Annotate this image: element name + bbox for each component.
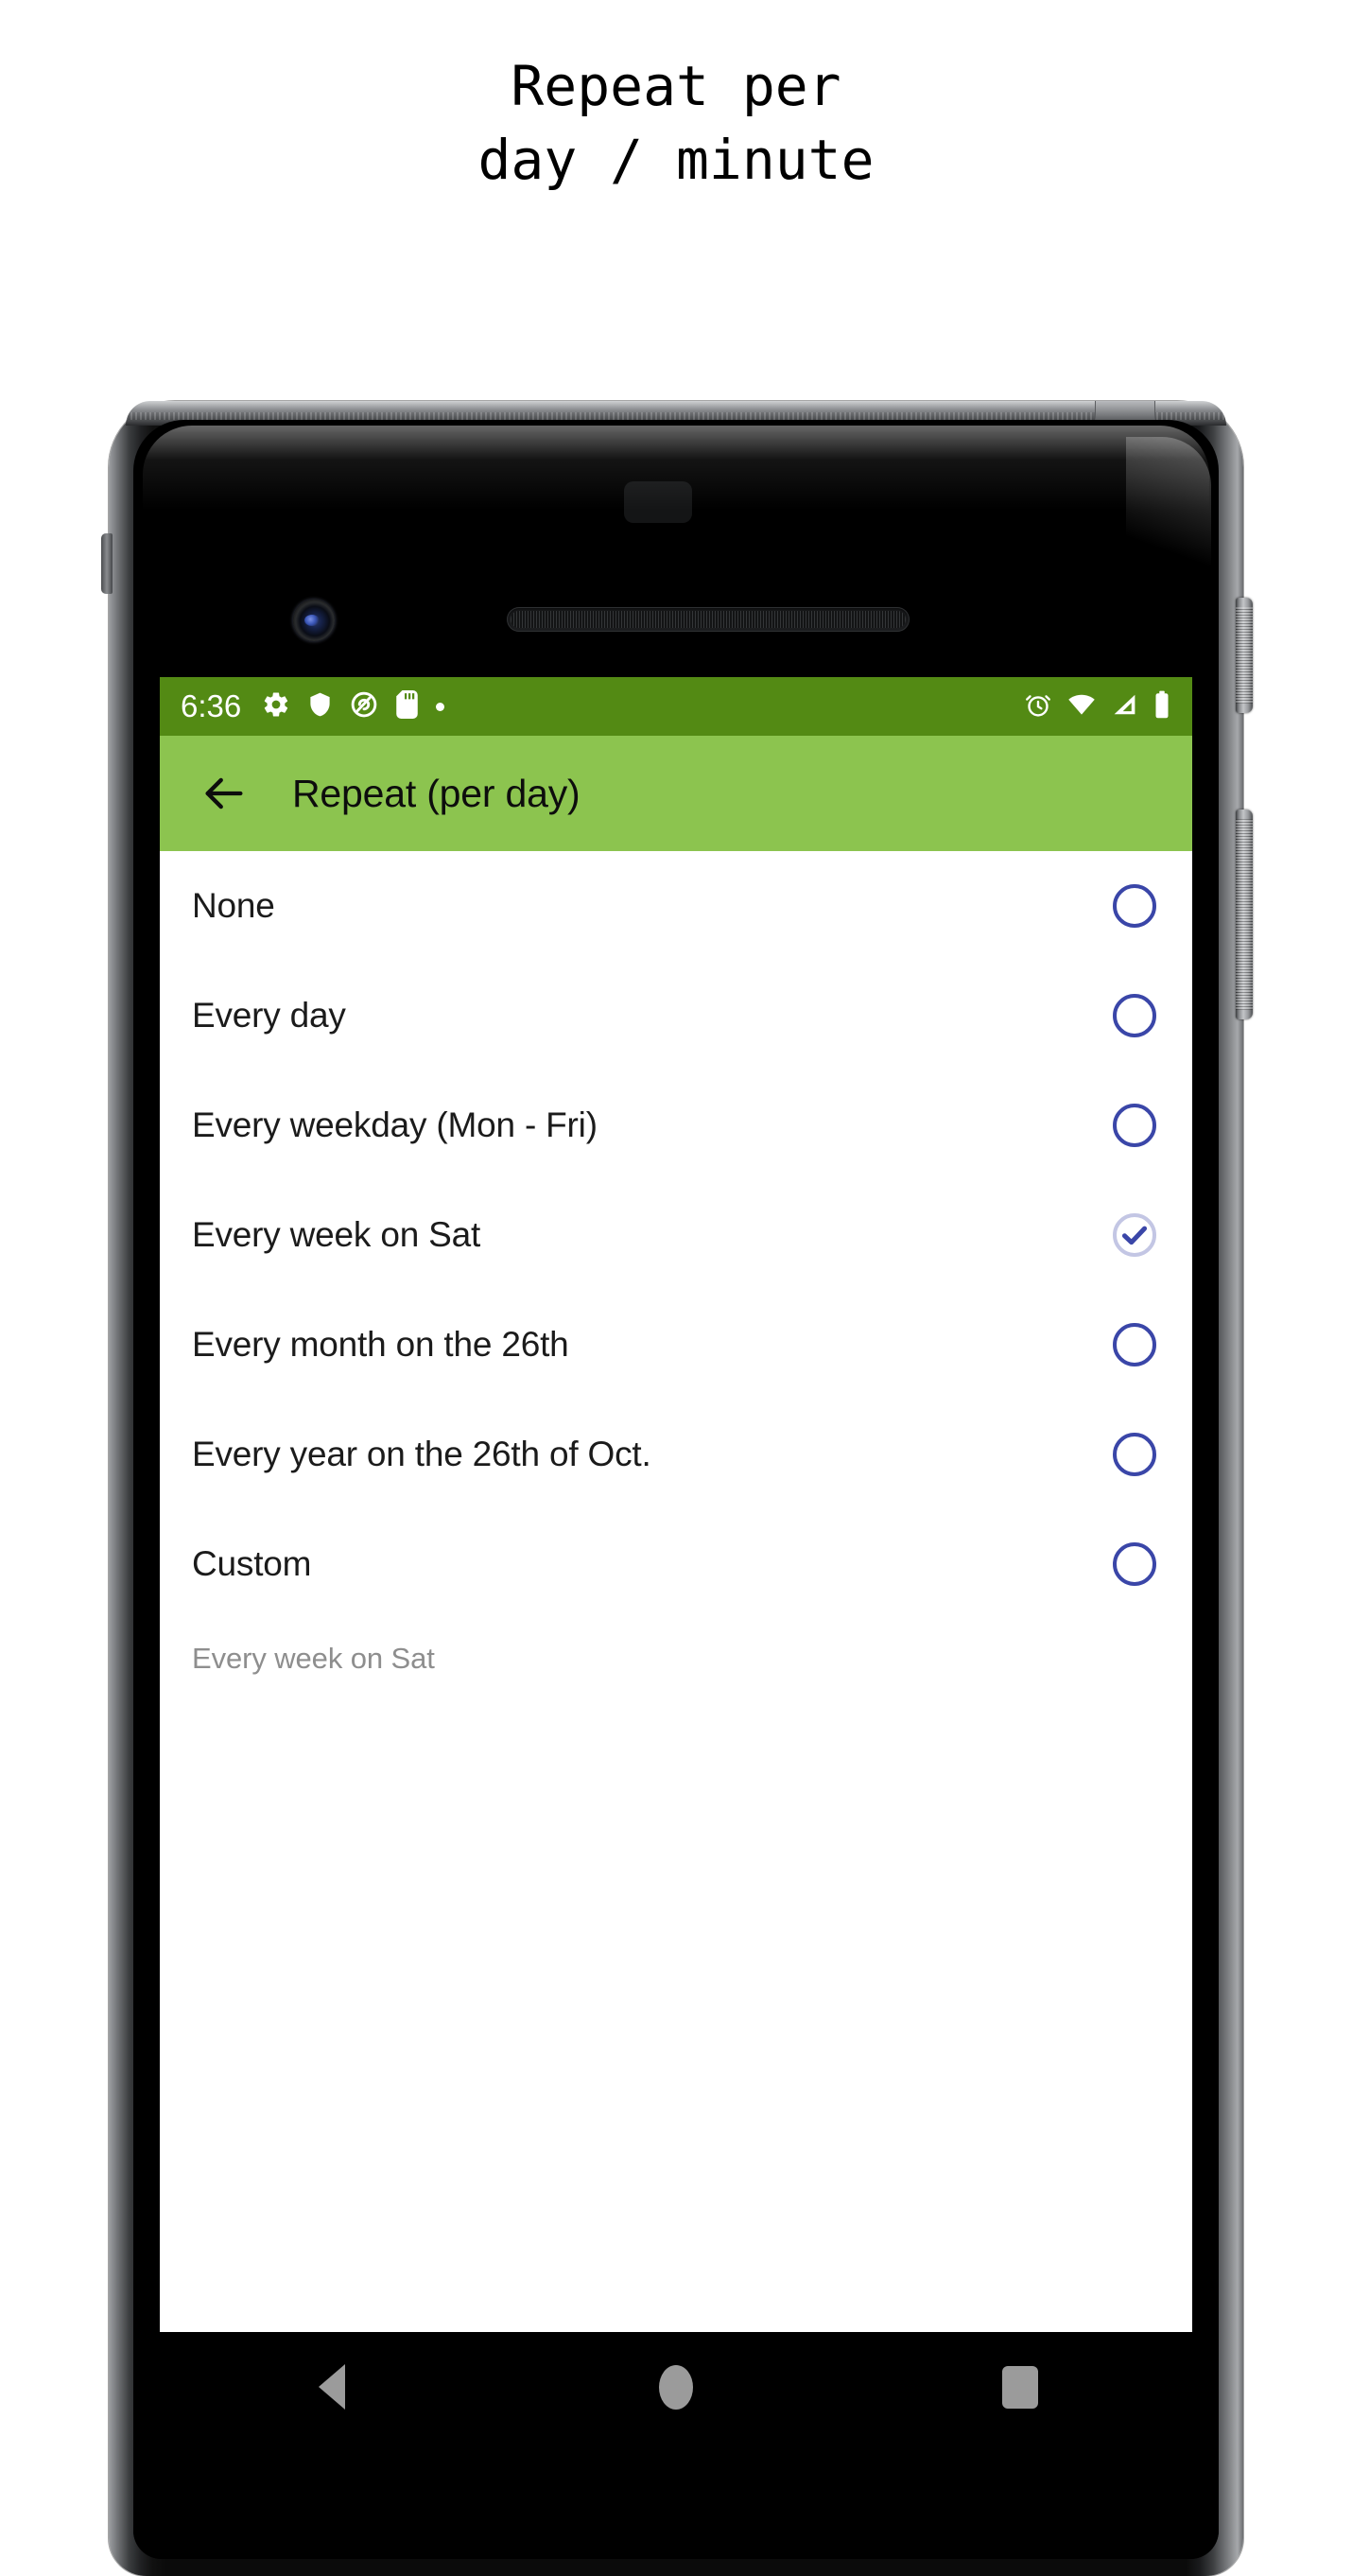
phone-antenna-seam xyxy=(1095,401,1155,422)
status-bar-clock: 6:36 xyxy=(181,688,242,723)
radio-unselected[interactable] xyxy=(1107,1098,1162,1153)
radio-circle-icon xyxy=(1113,1433,1156,1476)
option-row[interactable]: Every week on Sat xyxy=(160,1180,1192,1290)
front-camera-icon xyxy=(293,600,335,641)
nav-back-icon xyxy=(319,2364,345,2410)
signal-icon xyxy=(1111,690,1138,723)
battery-icon xyxy=(1153,690,1171,723)
radio-unselected[interactable] xyxy=(1107,1427,1162,1482)
nav-recents-icon xyxy=(1002,2365,1038,2409)
radio-circle-icon xyxy=(1113,1542,1156,1586)
alarm-icon xyxy=(1024,690,1052,723)
status-bar-left-icons xyxy=(262,689,445,723)
back-arrow-icon xyxy=(205,777,243,809)
earpiece-speaker-icon xyxy=(507,607,910,632)
sd-card-icon xyxy=(395,689,419,723)
radio-unselected[interactable] xyxy=(1107,879,1162,933)
radio-circle-icon xyxy=(1113,994,1156,1037)
app-bar: Repeat (per day) xyxy=(160,736,1192,851)
option-row[interactable]: Every year on the 26th of Oct. xyxy=(160,1400,1192,1509)
android-nav-bar xyxy=(160,2332,1192,2442)
nav-back-button[interactable] xyxy=(266,2340,398,2434)
repeat-option-list: None Every day Every weekday (Mon - Fri) Ev… xyxy=(160,851,1192,1619)
phone-left-tray xyxy=(101,533,113,594)
status-bar: 6:36 xyxy=(160,677,1192,736)
option-label: Every week on Sat xyxy=(192,1215,481,1254)
repeat-summary-text: Every week on Sat xyxy=(192,1642,435,1675)
phone-mockup: 6:36 Repeat (per day) None Every day Eve… xyxy=(101,401,1253,2576)
power-button[interactable] xyxy=(1236,598,1253,713)
option-label: Custom xyxy=(192,1544,312,1583)
android-screen: 6:36 Repeat (per day) None Every day Eve… xyxy=(160,677,1192,2442)
radio-unselected[interactable] xyxy=(1107,1537,1162,1592)
option-row[interactable]: Custom xyxy=(160,1509,1192,1619)
dot-icon xyxy=(436,702,445,711)
status-bar-right-icons xyxy=(1024,690,1171,723)
app-bar-title: Repeat (per day) xyxy=(292,771,581,815)
option-label: Every weekday (Mon - Fri) xyxy=(192,1105,598,1144)
radio-circle-icon xyxy=(1113,1104,1156,1147)
checkmark-icon xyxy=(1121,1226,1148,1245)
page-title: Repeat per day / minute xyxy=(0,49,1352,197)
nav-home-icon xyxy=(659,2364,693,2410)
back-button[interactable] xyxy=(188,757,260,829)
volume-button[interactable] xyxy=(1236,809,1253,1019)
option-row[interactable]: Every day xyxy=(160,961,1192,1070)
radio-circle-icon xyxy=(1113,1323,1156,1366)
radio-circle-icon xyxy=(1113,884,1156,928)
nav-home-button[interactable] xyxy=(610,2340,742,2434)
option-label: Every month on the 26th xyxy=(192,1325,569,1364)
do-not-disturb-icon xyxy=(350,690,378,723)
radio-ring-selected xyxy=(1113,1213,1156,1257)
gear-icon xyxy=(262,690,290,723)
proximity-sensor-icon xyxy=(624,481,692,523)
option-label: Every year on the 26th of Oct. xyxy=(192,1435,651,1473)
option-row[interactable]: Every weekday (Mon - Fri) xyxy=(160,1070,1192,1180)
page-title-line-2: day / minute xyxy=(477,128,875,192)
option-row[interactable]: Every month on the 26th xyxy=(160,1290,1192,1400)
page-title-line-1: Repeat per xyxy=(511,54,841,118)
radio-selected[interactable] xyxy=(1107,1208,1162,1262)
phone-bottom-bezel xyxy=(133,2442,1219,2559)
option-label: None xyxy=(192,886,275,925)
option-row[interactable]: None xyxy=(160,851,1192,961)
glass-reflection-corner xyxy=(1126,437,1211,617)
nav-recents-button[interactable] xyxy=(954,2340,1086,2434)
radio-unselected[interactable] xyxy=(1107,988,1162,1043)
shield-icon xyxy=(307,690,333,723)
option-label: Every day xyxy=(192,996,346,1035)
radio-unselected[interactable] xyxy=(1107,1317,1162,1372)
wifi-icon xyxy=(1066,690,1097,723)
